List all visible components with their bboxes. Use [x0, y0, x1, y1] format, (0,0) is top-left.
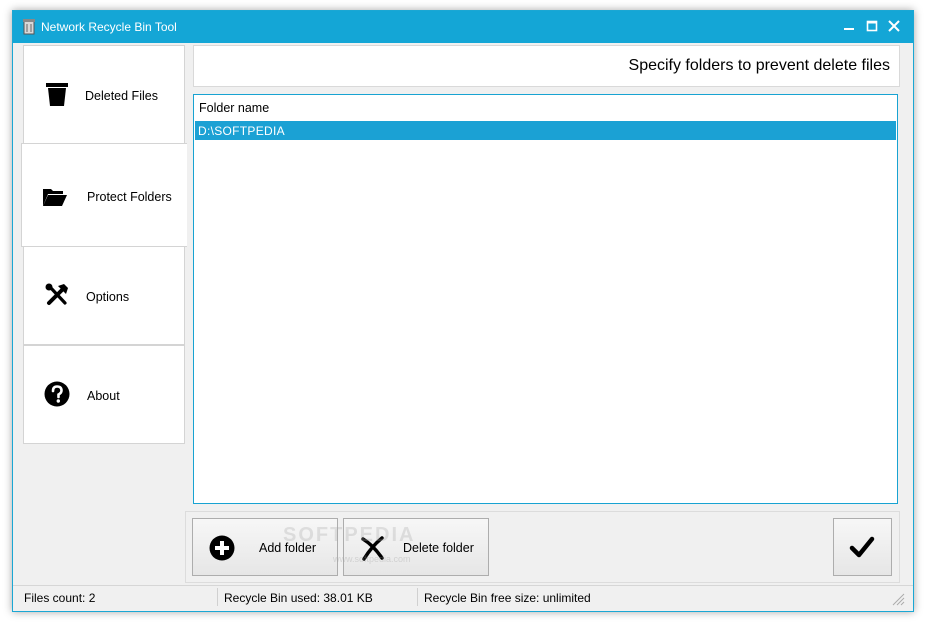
folder-list[interactable]: Folder name D:\SOFTPEDIA	[193, 94, 898, 504]
folder-path: D:\SOFTPEDIA	[198, 124, 285, 138]
minimize-button[interactable]	[840, 17, 858, 35]
files-count-status: Files count: 2	[24, 591, 96, 605]
column-header-folder-name[interactable]: Folder name	[199, 101, 269, 115]
close-button[interactable]	[885, 17, 903, 35]
confirm-button[interactable]	[833, 518, 892, 576]
maximize-button[interactable]	[863, 17, 881, 35]
question-icon	[44, 381, 70, 407]
sidebar-item-about[interactable]: About	[23, 345, 185, 444]
resize-grip-icon[interactable]	[889, 590, 905, 606]
action-bar: Add folder Delete folder	[185, 511, 900, 583]
bin-free-status: Recycle Bin free size: unlimited	[424, 591, 591, 605]
bin-used-status: Recycle Bin used: 38.01 KB	[224, 591, 373, 605]
list-item[interactable]: D:\SOFTPEDIA	[195, 121, 896, 140]
watermark-url: www.softpedia.com	[333, 554, 411, 564]
sidebar-item-label: About	[87, 389, 120, 403]
page-header: Specify folders to prevent delete files	[193, 45, 900, 87]
tools-icon	[45, 283, 68, 305]
sidebar-item-deleted-files[interactable]: Deleted Files	[23, 45, 185, 145]
sidebar-item-options[interactable]: Options	[23, 246, 185, 345]
status-bar: Files count: 2 Recycle Bin used: 38.01 K…	[13, 585, 913, 611]
trash-icon	[46, 83, 68, 106]
status-divider	[417, 588, 418, 606]
plus-circle-icon	[209, 535, 235, 561]
window-title: Network Recycle Bin Tool	[41, 20, 177, 34]
watermark: SOFTPEDIA	[283, 524, 416, 546]
sidebar-item-label: Deleted Files	[85, 89, 158, 103]
sidebar-item-label: Protect Folders	[87, 190, 172, 204]
status-divider	[217, 588, 218, 606]
app-window: Network Recycle Bin Tool Deleted Files P…	[12, 10, 914, 612]
recycle-bin-app-icon	[23, 19, 35, 35]
sidebar-item-protect-folders[interactable]: Protect Folders	[21, 143, 187, 247]
folder-open-icon	[43, 189, 67, 206]
sidebar-item-label: Options	[86, 290, 130, 304]
sidebar-nav: Deleted Files Protect Folders Options Ab…	[13, 43, 187, 583]
checkmark-icon	[849, 536, 875, 558]
page-title: Specify folders to prevent delete files	[628, 57, 890, 74]
title-bar[interactable]: Network Recycle Bin Tool	[13, 11, 913, 43]
